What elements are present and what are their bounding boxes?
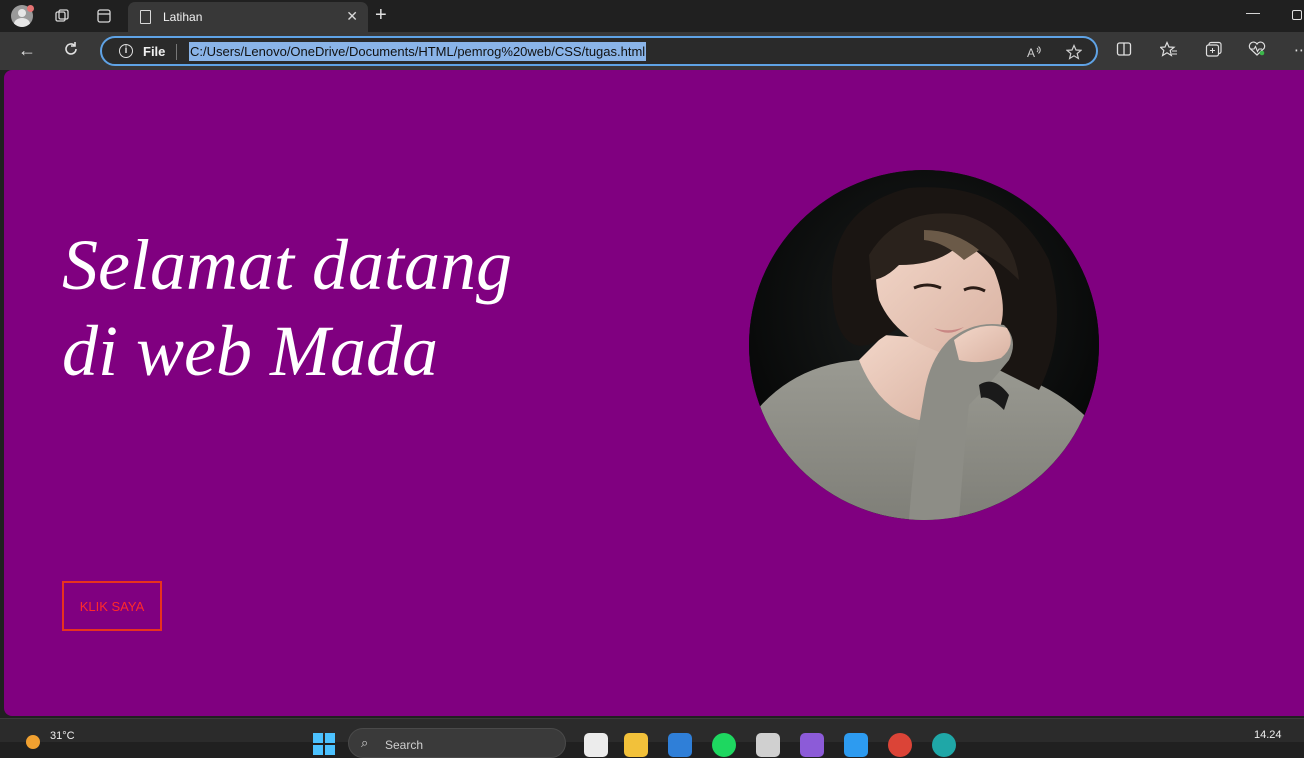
headline-line-2: di web Mada xyxy=(62,311,438,391)
collections-icon[interactable] xyxy=(1205,41,1223,61)
address-separator xyxy=(176,44,177,60)
browser-toolbar: ← i File C:/Users/Lenovo/OneDrive/Docume… xyxy=(0,32,1304,70)
tab-actions-icon[interactable] xyxy=(92,5,116,27)
maximize-icon[interactable] xyxy=(1292,10,1302,20)
notification-dot xyxy=(27,5,34,12)
taskbar-app-chrome-icon[interactable] xyxy=(888,733,912,757)
profile-photo xyxy=(749,170,1099,520)
tab-title: Latihan xyxy=(163,10,203,24)
close-icon[interactable]: ✕ xyxy=(346,8,358,25)
more-menu-icon[interactable]: ⋯ xyxy=(1294,41,1304,59)
taskbar-app-edge-icon[interactable] xyxy=(932,733,956,757)
taskbar: 31°C ⌕ Search 14.24 xyxy=(0,718,1304,758)
back-icon[interactable]: ← xyxy=(18,40,36,61)
svg-text:A: A xyxy=(1027,46,1035,60)
weather-temperature[interactable]: 31°C xyxy=(50,730,75,742)
click-me-button[interactable]: KLIK SAYA xyxy=(62,581,162,631)
tab-latihan[interactable]: Latihan ✕ xyxy=(128,2,368,32)
minimize-icon[interactable]: — xyxy=(1246,4,1260,20)
split-screen-icon[interactable] xyxy=(1116,41,1132,61)
search-icon: ⌕ xyxy=(361,735,369,750)
workspaces-icon[interactable] xyxy=(50,5,74,27)
browser-essentials-icon[interactable] xyxy=(1248,41,1266,61)
document-icon xyxy=(140,10,151,24)
favorites-icon[interactable] xyxy=(1159,41,1178,61)
info-icon[interactable]: i xyxy=(119,44,133,58)
welcome-headline: Selamat datang di web Mada xyxy=(62,222,622,394)
address-bar[interactable]: i File C:/Users/Lenovo/OneDrive/Document… xyxy=(100,36,1098,66)
search-label: Search xyxy=(385,738,424,752)
headline-line-1: Selamat datang xyxy=(62,225,512,305)
url-text[interactable]: C:/Users/Lenovo/OneDrive/Documents/HTML/… xyxy=(189,42,647,61)
favorite-star-icon[interactable] xyxy=(1065,44,1083,63)
taskbar-app-spotify-icon[interactable] xyxy=(712,733,736,757)
tab-strip: Latihan ✕ + — xyxy=(0,0,1304,32)
taskbar-app-obsidian-icon[interactable] xyxy=(800,733,824,757)
address-scheme-label: File xyxy=(143,44,166,59)
taskbar-app-store-icon[interactable] xyxy=(668,733,692,757)
page-viewport: Selamat datang di web Mada KLIK SAYA xyxy=(4,70,1304,716)
start-windows-icon[interactable] xyxy=(313,733,335,755)
taskbar-app-vscode-icon[interactable] xyxy=(844,733,868,757)
taskbar-clock[interactable]: 14.24 xyxy=(1254,729,1282,741)
taskbar-search[interactable]: ⌕ Search xyxy=(348,728,566,758)
taskbar-app-notepad-icon[interactable] xyxy=(756,733,780,757)
taskbar-app-folder-icon[interactable] xyxy=(624,733,648,757)
taskbar-app-explorer-view-icon[interactable] xyxy=(584,733,608,757)
refresh-icon[interactable] xyxy=(62,40,80,63)
weather-icon[interactable] xyxy=(26,735,40,749)
read-aloud-icon[interactable]: A xyxy=(1026,44,1042,63)
new-tab-button[interactable]: + xyxy=(375,4,387,27)
